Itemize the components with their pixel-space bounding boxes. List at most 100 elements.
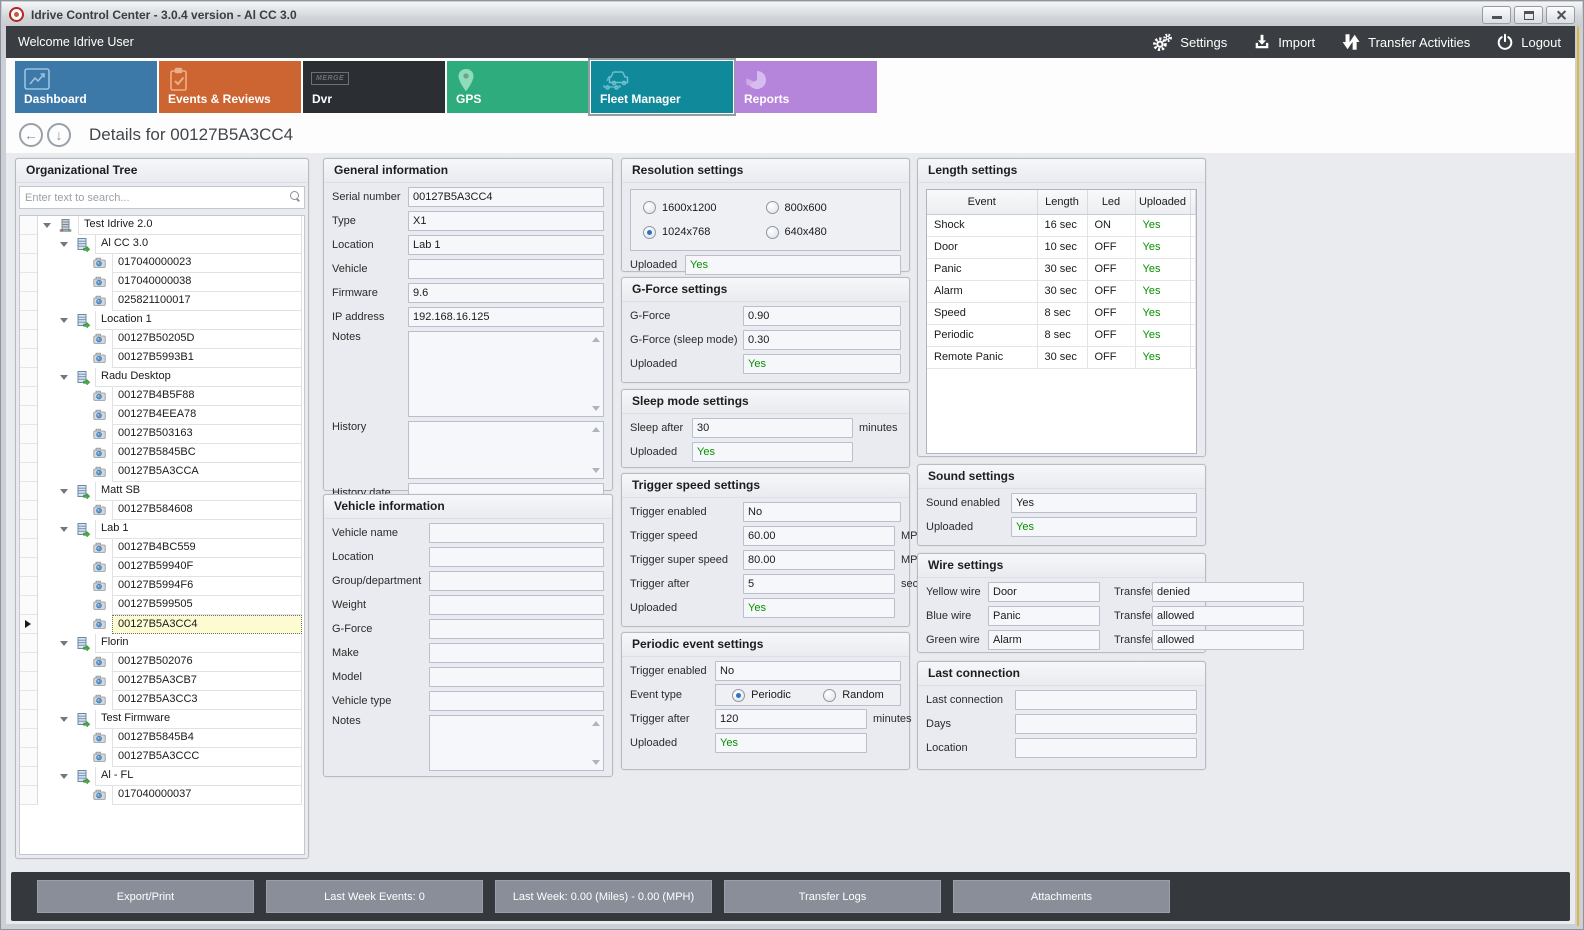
expand-arrow-icon[interactable] bbox=[43, 223, 51, 228]
uploaded-input[interactable] bbox=[743, 354, 901, 374]
expand-arrow-icon[interactable] bbox=[60, 318, 68, 323]
scroll-down-button[interactable]: ↓ bbox=[47, 123, 71, 147]
uploaded-input[interactable] bbox=[743, 598, 895, 618]
uploaded-input[interactable] bbox=[715, 733, 867, 753]
trigger-enabled-input[interactable] bbox=[715, 661, 901, 681]
tree-item-00127b5a3ccc[interactable]: 00127B5A3CCC bbox=[20, 748, 304, 767]
tree-item-00127b59940f[interactable]: 00127B59940F bbox=[20, 558, 304, 577]
uploaded-input[interactable] bbox=[1011, 517, 1197, 537]
scroll-up-icon[interactable] bbox=[592, 721, 600, 726]
tree-item-00127b5a3cca[interactable]: 00127B5A3CCA bbox=[20, 463, 304, 482]
vehicle-name-input[interactable] bbox=[429, 523, 604, 543]
tree-item-al-fl[interactable]: Al - FL bbox=[20, 767, 304, 786]
tree-item-017040000023[interactable]: 017040000023 bbox=[20, 254, 304, 273]
tree-item-00127b4b5f88[interactable]: 00127B4B5F88 bbox=[20, 387, 304, 406]
expand-arrow-icon[interactable] bbox=[60, 717, 68, 722]
sleep-after-input[interactable] bbox=[692, 418, 853, 438]
tree-item-00127b4eea78[interactable]: 00127B4EEA78 bbox=[20, 406, 304, 425]
last-connection-input[interactable] bbox=[1015, 690, 1197, 710]
transfer-logs-button[interactable]: Transfer Logs bbox=[724, 880, 941, 913]
make-input[interactable] bbox=[429, 643, 604, 663]
close-button[interactable] bbox=[1546, 6, 1575, 24]
uploaded-input[interactable] bbox=[692, 442, 853, 462]
expand-arrow-icon[interactable] bbox=[60, 489, 68, 494]
tab-dashboard[interactable]: Dashboard bbox=[15, 61, 157, 113]
days-input[interactable] bbox=[1015, 714, 1197, 734]
last-week-events-0-button[interactable]: Last Week Events: 0 bbox=[266, 880, 483, 913]
yellow-wire-transfer-input[interactable] bbox=[1152, 582, 1304, 602]
radio-random[interactable]: Random bbox=[823, 689, 884, 702]
tree-item-00127b5845bc[interactable]: 00127B5845BC bbox=[20, 444, 304, 463]
tree-item-00127b502076[interactable]: 00127B502076 bbox=[20, 653, 304, 672]
back-button[interactable]: ← bbox=[19, 123, 43, 147]
minimize-button[interactable] bbox=[1482, 6, 1511, 24]
location-input[interactable] bbox=[408, 235, 604, 255]
tree-item-00127b5845b4[interactable]: 00127B5845B4 bbox=[20, 729, 304, 748]
radio-640x480[interactable]: 640x480 bbox=[766, 226, 889, 239]
type-input[interactable] bbox=[408, 211, 604, 231]
vehicle-input[interactable] bbox=[408, 259, 604, 279]
tree-item-test-firmware[interactable]: Test Firmware bbox=[20, 710, 304, 729]
expand-arrow-icon[interactable] bbox=[60, 242, 68, 247]
group-department-input[interactable] bbox=[429, 571, 604, 591]
g-force-input[interactable] bbox=[429, 619, 604, 639]
tree-item-017040000038[interactable]: 017040000038 bbox=[20, 273, 304, 292]
serial-number-input[interactable] bbox=[408, 187, 604, 207]
export-print-button[interactable]: Export/Print bbox=[37, 880, 254, 913]
table-row[interactable]: Speed8 secOFFYes bbox=[927, 302, 1196, 324]
firmware-input[interactable] bbox=[408, 283, 604, 303]
expand-arrow-icon[interactable] bbox=[60, 527, 68, 532]
scroll-down-icon[interactable] bbox=[592, 406, 600, 411]
ip-address-input[interactable] bbox=[408, 307, 604, 327]
tree-item-radu-desktop[interactable]: Radu Desktop bbox=[20, 368, 304, 387]
table-row[interactable]: Door10 secOFFYes bbox=[927, 236, 1196, 258]
tree-item-matt-sb[interactable]: Matt SB bbox=[20, 482, 304, 501]
tab-fleet-manager[interactable]: Fleet Manager bbox=[591, 61, 733, 113]
attachments-button[interactable]: Attachments bbox=[953, 880, 1170, 913]
scroll-down-icon[interactable] bbox=[592, 760, 600, 765]
tree-item-00127b50205d[interactable]: 00127B50205D bbox=[20, 330, 304, 349]
trigger-super-speed-input[interactable] bbox=[743, 550, 895, 570]
scroll-down-icon[interactable] bbox=[592, 468, 600, 473]
logout-button[interactable]: Logout bbox=[1496, 33, 1561, 51]
yellow-wire-input[interactable] bbox=[988, 582, 1100, 602]
tree-item-al-cc-3-0[interactable]: Al CC 3.0 bbox=[20, 235, 304, 254]
trigger-speed-input[interactable] bbox=[743, 526, 895, 546]
vehicle-type-input[interactable] bbox=[429, 691, 604, 711]
trigger-after-input[interactable] bbox=[715, 709, 867, 729]
table-row[interactable]: Shock16 secONYes bbox=[927, 214, 1196, 236]
blue-wire-input[interactable] bbox=[988, 606, 1100, 626]
expand-arrow-icon[interactable] bbox=[60, 641, 68, 646]
tree-search-input[interactable] bbox=[19, 186, 305, 209]
tree-item-00127b5a3cc3[interactable]: 00127B5A3CC3 bbox=[20, 691, 304, 710]
radio-800x600[interactable]: 800x600 bbox=[766, 201, 889, 214]
sound-enabled-input[interactable] bbox=[1011, 493, 1197, 513]
expand-arrow-icon[interactable] bbox=[60, 774, 68, 779]
tree-item-00127b5993b1[interactable]: 00127B5993B1 bbox=[20, 349, 304, 368]
tree-item-025821100017[interactable]: 025821100017 bbox=[20, 292, 304, 311]
last-week-0-00-miles-0-00-mph-button[interactable]: Last Week: 0.00 (Miles) - 0.00 (MPH) bbox=[495, 880, 712, 913]
uploaded-input[interactable] bbox=[685, 255, 901, 275]
tree-item-017040000037[interactable]: 017040000037 bbox=[20, 786, 304, 805]
tree-item-florin[interactable]: Florin bbox=[20, 634, 304, 653]
tab-events-reviews[interactable]: Events & Reviews bbox=[159, 61, 301, 113]
maximize-button[interactable] bbox=[1514, 6, 1543, 24]
history-textarea[interactable] bbox=[408, 421, 604, 479]
tab-gps[interactable]: GPS bbox=[447, 61, 589, 113]
table-row[interactable]: Panic30 secOFFYes bbox=[927, 258, 1196, 280]
scroll-up-icon[interactable] bbox=[592, 337, 600, 342]
blue-wire-transfer-input[interactable] bbox=[1152, 606, 1304, 626]
tab-reports[interactable]: Reports bbox=[735, 61, 877, 113]
tree-item-00127b503163[interactable]: 00127B503163 bbox=[20, 425, 304, 444]
table-row[interactable]: Remote Panic30 secOFFYes bbox=[927, 346, 1196, 368]
g-force-input[interactable] bbox=[743, 306, 901, 326]
tree-item-test-idrive-2-0[interactable]: Test Idrive 2.0 bbox=[20, 216, 304, 235]
tree-item-00127b599505[interactable]: 00127B599505 bbox=[20, 596, 304, 615]
radio-1600x1200[interactable]: 1600x1200 bbox=[643, 201, 766, 214]
tree-item-00127b5a3cb7[interactable]: 00127B5A3CB7 bbox=[20, 672, 304, 691]
weight-input[interactable] bbox=[429, 595, 604, 615]
location-input[interactable] bbox=[1015, 738, 1197, 758]
model-input[interactable] bbox=[429, 667, 604, 687]
notes-textarea[interactable] bbox=[429, 715, 604, 771]
trigger-enabled-input[interactable] bbox=[743, 502, 901, 522]
